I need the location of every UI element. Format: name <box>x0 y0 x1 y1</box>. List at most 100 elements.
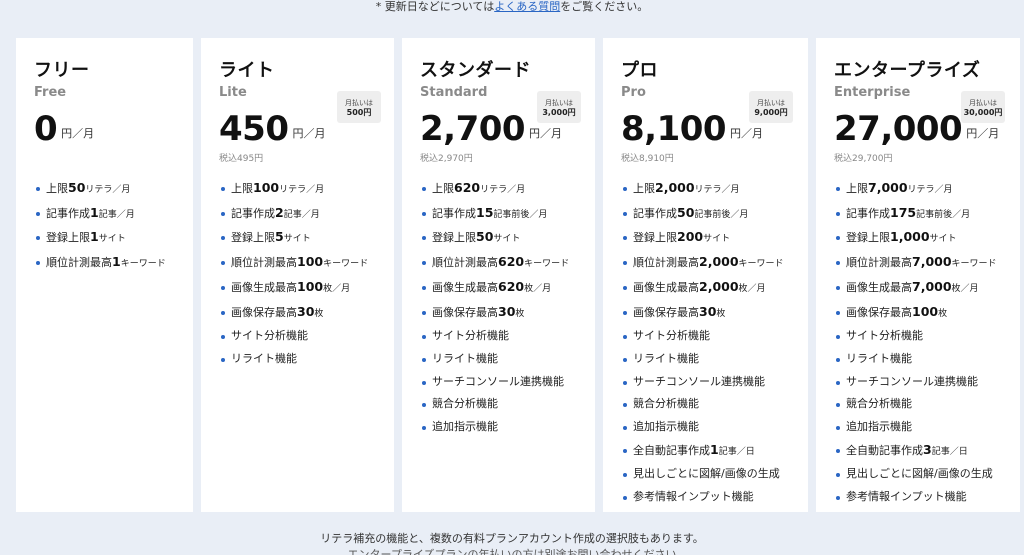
plan-name: エンタープライズ <box>834 60 981 81</box>
feature-text: 上限 <box>633 182 655 195</box>
feature-unit: 枚 <box>716 308 726 319</box>
feature-text: 画像生成最高 <box>432 280 498 294</box>
feature-text: 登録上限 <box>432 231 476 245</box>
plan-card-free[interactable]: フリー Free 0 円／月 上限50リテラ／月 記事作成1記事／月 登録上限1サイト… <box>16 38 193 512</box>
bottom-note: リテラ補充の機能と、複数の有料プランアカウント作成の選択肢もあります。 <box>320 532 704 545</box>
feature-item: 順位計測最高100キーワード <box>219 251 394 276</box>
feature-number: 2,000 <box>699 254 739 270</box>
feature-item: 競合分析機能 <box>621 393 808 416</box>
feature-number: 30 <box>699 303 717 319</box>
tax-included-price: 税込2,970円 <box>420 154 473 164</box>
feature-unit: キーワード <box>323 259 369 270</box>
feature-text: 上限 <box>46 182 68 195</box>
monthly-payment-value: 3,000円 <box>542 108 576 117</box>
price-unit: 円／月 <box>730 127 764 140</box>
feature-unit: 枚 <box>938 308 948 319</box>
monthly-payment-value: 9,000円 <box>754 108 788 117</box>
feature-text: サイト分析機能 <box>231 329 308 343</box>
feature-number: 5 <box>275 229 284 245</box>
plan-name-en: Free <box>34 85 67 100</box>
tax-included-price: 税込29,700円 <box>834 154 893 164</box>
feature-text: 記事作成 <box>633 206 677 220</box>
price-unit: 円／月 <box>61 127 95 140</box>
feature-unit: 枚 <box>515 308 525 319</box>
feature-number: 30 <box>297 303 315 319</box>
feature-number: 200 <box>677 229 704 245</box>
feature-item: 上限100リテラ／月 <box>219 177 394 202</box>
feature-item: 見出しごとに図解/画像の生成 <box>834 463 1020 486</box>
feature-item: リライト機能 <box>621 348 808 371</box>
feature-item: 画像生成最高2,000枚／月 <box>621 276 808 301</box>
feature-item: サーチコンソール連携機能 <box>834 371 1020 394</box>
feature-item: 記事作成2記事／月 <box>219 202 394 227</box>
feature-item: 登録上限200サイト <box>621 226 808 251</box>
feature-text: 見出しごとに図解/画像の生成 <box>846 467 993 481</box>
feature-unit: 記事／日 <box>931 446 968 457</box>
plan-price: 2,700 <box>420 109 526 149</box>
feature-number: 1 <box>90 204 99 220</box>
monthly-payment-label: 月払いは <box>545 99 573 107</box>
plan-card-standard[interactable]: スタンダード Standard 2,700 円／月 税込2,970円 月払いは 3… <box>402 38 595 512</box>
feature-text: サイト分析機能 <box>846 329 923 343</box>
feature-item: 記事作成15記事前後／月 <box>420 202 595 227</box>
monthly-payment-badge: 月払いは 30,000円 <box>961 91 1005 123</box>
top-note-before: * 更新日などについては <box>375 0 495 13</box>
feature-unit: 枚／月 <box>738 283 766 294</box>
feature-unit: サイト <box>493 234 521 245</box>
feature-text: 追加指示機能 <box>633 420 699 434</box>
plan-name: プロ <box>621 60 658 81</box>
plan-name: スタンダード <box>420 60 531 81</box>
feature-item: 画像保存最高100枚 <box>834 301 1020 326</box>
feature-item: 全自動記事作成3記事／日 <box>834 439 1020 464</box>
plan-name: フリー <box>34 60 90 81</box>
price-unit: 円／月 <box>292 127 326 140</box>
top-note: * 更新日などについてはよくある質問をご覧ください。 <box>0 0 1024 14</box>
monthly-payment-label: 月払いは <box>345 99 373 107</box>
feature-item: 登録上限5サイト <box>219 226 394 251</box>
feature-item: 登録上限50サイト <box>420 226 595 251</box>
feature-number: 100 <box>297 278 324 294</box>
plan-card-lite[interactable]: ライト Lite 450 円／月 税込495円 月払いは 500円 上限100リテ… <box>201 38 394 512</box>
feature-unit: 記事前後／月 <box>493 209 548 220</box>
feature-item: 上限620リテラ／月 <box>420 177 595 202</box>
feature-text: 登録上限 <box>46 231 90 245</box>
feature-item: 記事作成175記事前後／月 <box>834 202 1020 227</box>
feature-item: 順位計測最高1キーワード <box>34 251 193 276</box>
feature-number: 620 <box>454 180 481 195</box>
price-row: 0 円／月 <box>34 107 193 149</box>
feature-item: 参考情報インプット機能 <box>834 486 1020 509</box>
plan-card-enterprise[interactable]: エンタープライズ Enterprise 27,000 円／月 税込29,700円 … <box>816 38 1020 512</box>
feature-item: 全自動記事作成1記事／日 <box>621 439 808 464</box>
feature-unit: サイト <box>703 234 731 245</box>
feature-list: 上限50リテラ／月 記事作成1記事／月 登録上限1サイト 順位計測最高1キーワード <box>34 177 193 276</box>
feature-text: 順位計測最高 <box>846 256 912 270</box>
feature-text: サーチコンソール連携機能 <box>633 374 765 388</box>
feature-text: 記事作成 <box>231 206 275 220</box>
feature-unit: 枚／月 <box>524 283 552 294</box>
feature-item: 記事作成50記事前後／月 <box>621 202 808 227</box>
top-note-after: をご覧ください。 <box>560 0 649 13</box>
feature-text: サーチコンソール連携機能 <box>846 374 978 388</box>
faq-link[interactable]: よくある質問 <box>494 0 560 13</box>
price-unit: 円／月 <box>529 127 563 140</box>
feature-text: リライト機能 <box>633 351 699 365</box>
feature-text: 画像生成最高 <box>231 280 297 294</box>
feature-unit: キーワード <box>738 259 784 270</box>
plan-cards: フリー Free 0 円／月 上限50リテラ／月 記事作成1記事／月 登録上限1サイト… <box>16 38 1020 512</box>
feature-item: 追加指示機能 <box>621 416 808 439</box>
feature-text: 画像保存最高 <box>633 305 699 319</box>
feature-unit: サイト <box>98 234 126 245</box>
feature-number: 3 <box>923 441 932 457</box>
feature-unit: 記事／月 <box>283 209 320 220</box>
feature-unit: キーワード <box>120 259 166 270</box>
feature-number: 7,000 <box>868 180 908 195</box>
feature-text: 記事作成 <box>846 206 890 220</box>
feature-number: 100 <box>912 303 939 319</box>
feature-number: 100 <box>253 180 280 195</box>
monthly-payment-badge: 月払いは 3,000円 <box>537 91 581 123</box>
feature-unit: 枚／月 <box>951 283 979 294</box>
feature-text: 追加指示機能 <box>432 420 498 434</box>
plan-card-pro[interactable]: プロ Pro 8,100 円／月 税込8,910円 月払いは 9,000円 上限2… <box>603 38 808 512</box>
feature-text: 全自動記事作成 <box>846 443 923 457</box>
feature-number: 100 <box>297 254 324 270</box>
